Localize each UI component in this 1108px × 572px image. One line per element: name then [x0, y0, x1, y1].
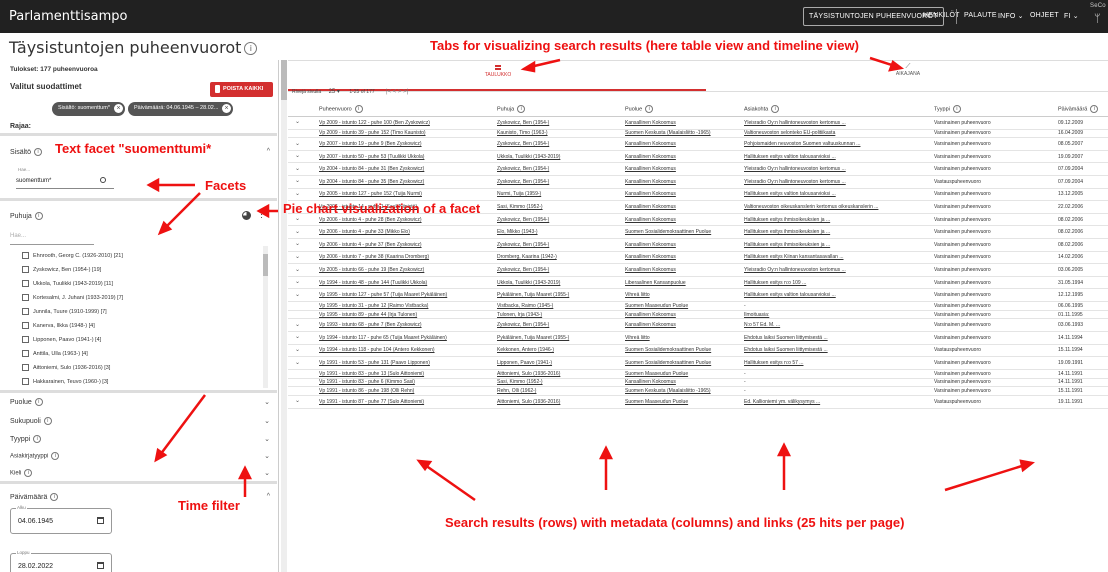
- arrow-head: [1019, 459, 1035, 473]
- arrow-to-speaker-facet: [164, 192, 201, 229]
- arrow-to-results-far-right: [944, 463, 1026, 492]
- arrow-head: [598, 445, 614, 460]
- arrow-to-results-left: [424, 463, 476, 502]
- arrow-head: [146, 177, 160, 193]
- arrow-to-collapsed-facets: [159, 394, 206, 456]
- annotation-arrows: [146, 56, 1035, 502]
- arrow-head: [776, 442, 792, 457]
- arrow-head: [520, 60, 536, 73]
- arrow-head: [888, 59, 905, 72]
- arrow-head: [237, 465, 253, 480]
- arrow-head: [256, 203, 270, 219]
